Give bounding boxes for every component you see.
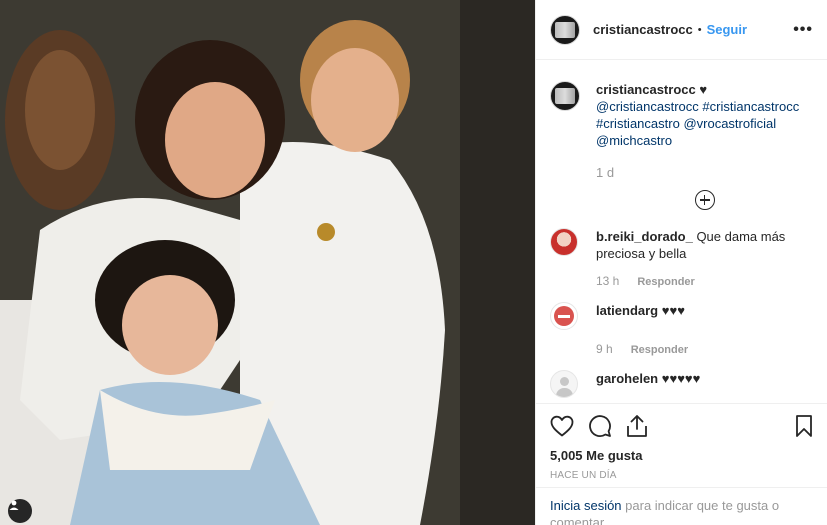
comment-text: latiendarg ♥♥♥ [596, 302, 806, 330]
reply-button[interactable]: Responder [637, 276, 694, 288]
comments-list[interactable]: cristiancastrocc ♥ @cristiancastrocc #cr… [536, 61, 827, 403]
author-avatar[interactable] [550, 14, 580, 45]
action-icons-row [550, 414, 813, 438]
post-side-panel: cristiancastrocc • Seguir ••• cristianca… [535, 0, 827, 525]
comment-meta: 9 h Responder [596, 342, 813, 356]
login-link[interactable]: Inicia sesión [550, 498, 622, 513]
post-header: cristiancastrocc • Seguir ••• [536, 0, 827, 60]
caption: cristiancastrocc ♥ @cristiancastrocc #cr… [550, 81, 813, 149]
post-date: HACE UN DÍA [550, 470, 617, 481]
more-options-icon[interactable]: ••• [793, 21, 813, 39]
mention-link[interactable]: @cristiancastrocc [596, 99, 699, 114]
comment-text: b.reiki_dorado_ Que dama más preciosa y … [596, 228, 806, 262]
hashtag-link[interactable]: #cristiancastro [596, 116, 680, 131]
photo-illustration [0, 0, 535, 525]
comment-item: b.reiki_dorado_ Que dama más preciosa y … [550, 228, 813, 262]
mention-link[interactable]: @vrocastroficial [683, 116, 776, 131]
share-icon[interactable] [626, 414, 648, 438]
tagged-users-icon[interactable] [8, 499, 32, 523]
follow-button[interactable]: Seguir [707, 22, 747, 37]
comment-timestamp: 13 h [596, 274, 620, 288]
likes-count[interactable]: 5,005 Me gusta [550, 448, 813, 463]
heart-glyph: ♥ [699, 82, 708, 97]
author-username[interactable]: cristiancastrocc [593, 22, 693, 37]
commenter-username[interactable]: latiendarg [596, 303, 658, 318]
comment-timestamp: 9 h [596, 342, 613, 356]
load-more-comments-button[interactable] [596, 190, 813, 210]
plus-circle-icon[interactable] [694, 190, 715, 210]
login-prompt: Inicia sesión para indicar que te gusta … [536, 487, 827, 525]
bookmark-icon[interactable] [795, 414, 813, 438]
commenter-avatar[interactable] [550, 302, 578, 330]
commenter-avatar[interactable] [550, 228, 578, 256]
heart-outline-icon[interactable] [550, 415, 574, 437]
caption-author-avatar[interactable] [550, 81, 580, 111]
caption-timestamp: 1 d [596, 165, 615, 180]
comment-bubble-icon[interactable] [588, 414, 612, 438]
hashtag-link[interactable]: #cristiancastrocc [702, 99, 799, 114]
caption-text: cristiancastrocc ♥ @cristiancastrocc #cr… [596, 81, 813, 149]
separator-dot: • [697, 23, 702, 36]
reply-button[interactable]: Responder [631, 344, 688, 356]
caption-username[interactable]: cristiancastrocc [596, 82, 696, 97]
mention-link[interactable]: @michcastro [596, 133, 672, 148]
post-photo[interactable] [0, 0, 535, 525]
comment-body: ♥♥♥ [661, 303, 685, 318]
post-actions: 5,005 Me gusta HACE UN DÍA [536, 403, 827, 481]
comment-meta: 13 h Responder [596, 274, 813, 288]
commenter-username[interactable]: garohelen [596, 371, 658, 386]
commenter-username[interactable]: b.reiki_dorado_ [596, 229, 693, 244]
comment-item: garohelen ♥♥♥♥♥ [550, 370, 813, 398]
comment-text: garohelen ♥♥♥♥♥ [596, 370, 806, 398]
commenter-avatar[interactable] [550, 370, 578, 398]
comment-item: latiendarg ♥♥♥ [550, 302, 813, 330]
comment-body: ♥♥♥♥♥ [661, 371, 701, 386]
